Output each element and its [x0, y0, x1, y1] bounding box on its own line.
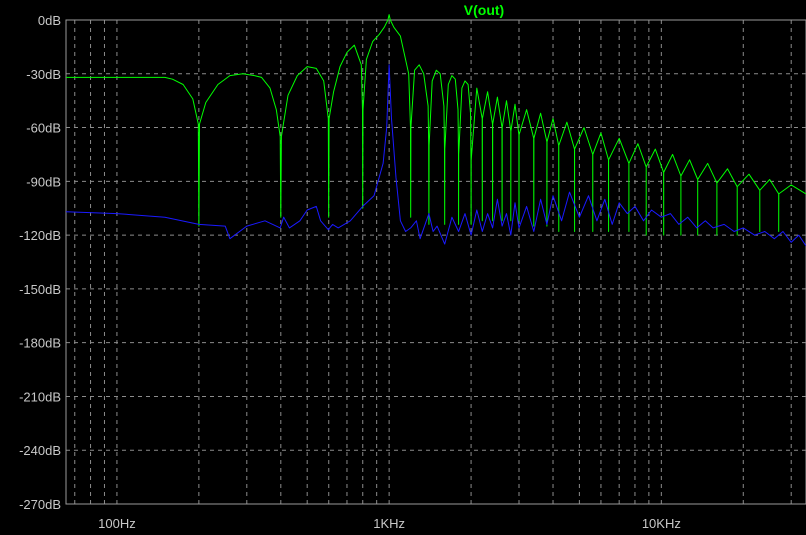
y-tick-label: -120dB — [19, 228, 61, 243]
chart-title: V(out) — [464, 2, 504, 18]
series-line-1 — [65, 64, 806, 247]
y-tick-label: -150dB — [19, 282, 61, 297]
y-tick-label: -90dB — [26, 174, 61, 189]
x-tick-label: 1KHz — [373, 516, 405, 531]
y-tick-label: -270dB — [19, 497, 61, 512]
y-tick-label: -180dB — [19, 336, 61, 351]
x-tick-label: 10KHz — [642, 516, 681, 531]
y-tick-label: -210dB — [19, 389, 61, 404]
plot-frame — [65, 19, 806, 505]
series-line-0 — [66, 14, 806, 236]
y-tick-label: -240dB — [19, 443, 61, 458]
y-tick-label: -30dB — [26, 67, 61, 82]
x-tick-label: 100Hz — [98, 516, 136, 531]
y-tick-label: -60dB — [26, 121, 61, 136]
plot-area: 0dB -30dB -60dB -90dB -120dB -150dB -180dB -210… — [19, 2, 806, 531]
y-tick-label: 0dB — [38, 13, 61, 28]
